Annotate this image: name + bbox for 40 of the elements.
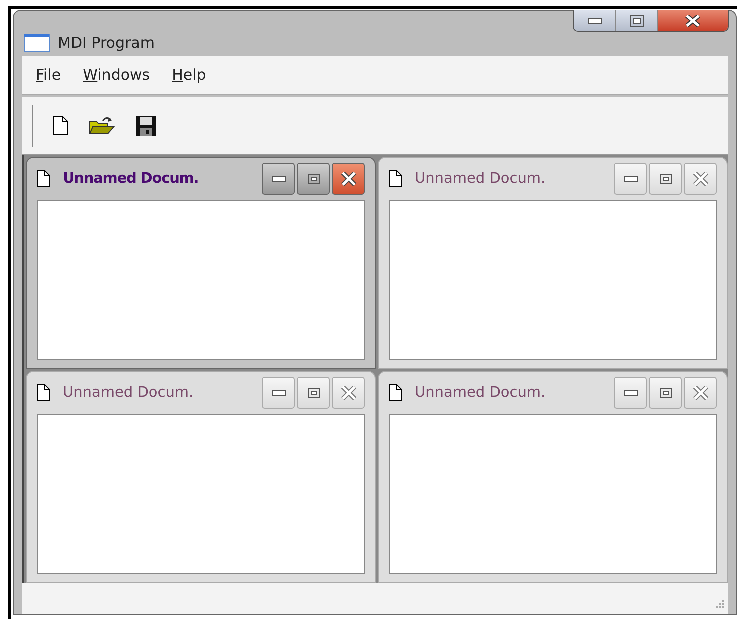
maximize-icon (660, 174, 672, 184)
maximize-icon (630, 14, 644, 26)
maximize-button[interactable] (297, 163, 330, 195)
minimize-button[interactable] (574, 10, 616, 31)
document-title: Unnamed Docum. (63, 171, 200, 187)
document-title: Unnamed Docum. (415, 385, 547, 401)
close-button[interactable] (332, 163, 365, 195)
close-icon (340, 386, 356, 400)
menu-item[interactable]: Help (164, 64, 214, 86)
maximize-icon (308, 388, 320, 398)
close-button[interactable] (658, 10, 728, 31)
minimize-button[interactable] (262, 377, 295, 409)
minimize-icon (588, 18, 602, 24)
maximize-button[interactable] (297, 377, 330, 409)
window-icon (24, 34, 50, 52)
minimize-icon (272, 390, 286, 396)
close-icon (685, 14, 701, 26)
maximize-icon (660, 388, 672, 398)
maximize-button[interactable] (616, 10, 658, 31)
minimize-icon (624, 390, 638, 396)
document-icon (389, 384, 403, 402)
minimize-button[interactable] (614, 163, 647, 195)
document-icon (37, 384, 51, 402)
maximize-button[interactable] (649, 377, 682, 409)
document-icon (37, 170, 51, 188)
maximize-icon (308, 174, 320, 184)
minimize-icon (272, 176, 286, 182)
document-title: Unnamed Docum. (415, 171, 547, 187)
minimize-button[interactable] (262, 163, 295, 195)
maximize-button[interactable] (649, 163, 682, 195)
document-icon (389, 170, 403, 188)
window-title: MDI Program (58, 34, 155, 52)
close-icon (692, 386, 708, 400)
minimize-button[interactable] (614, 377, 647, 409)
menu-item[interactable]: File (28, 64, 70, 86)
close-icon (692, 172, 708, 186)
menu-item[interactable]: Windows (75, 64, 158, 86)
close-icon (340, 172, 356, 186)
document-title: Unnamed Docum. (63, 385, 195, 401)
minimize-icon (624, 176, 638, 182)
